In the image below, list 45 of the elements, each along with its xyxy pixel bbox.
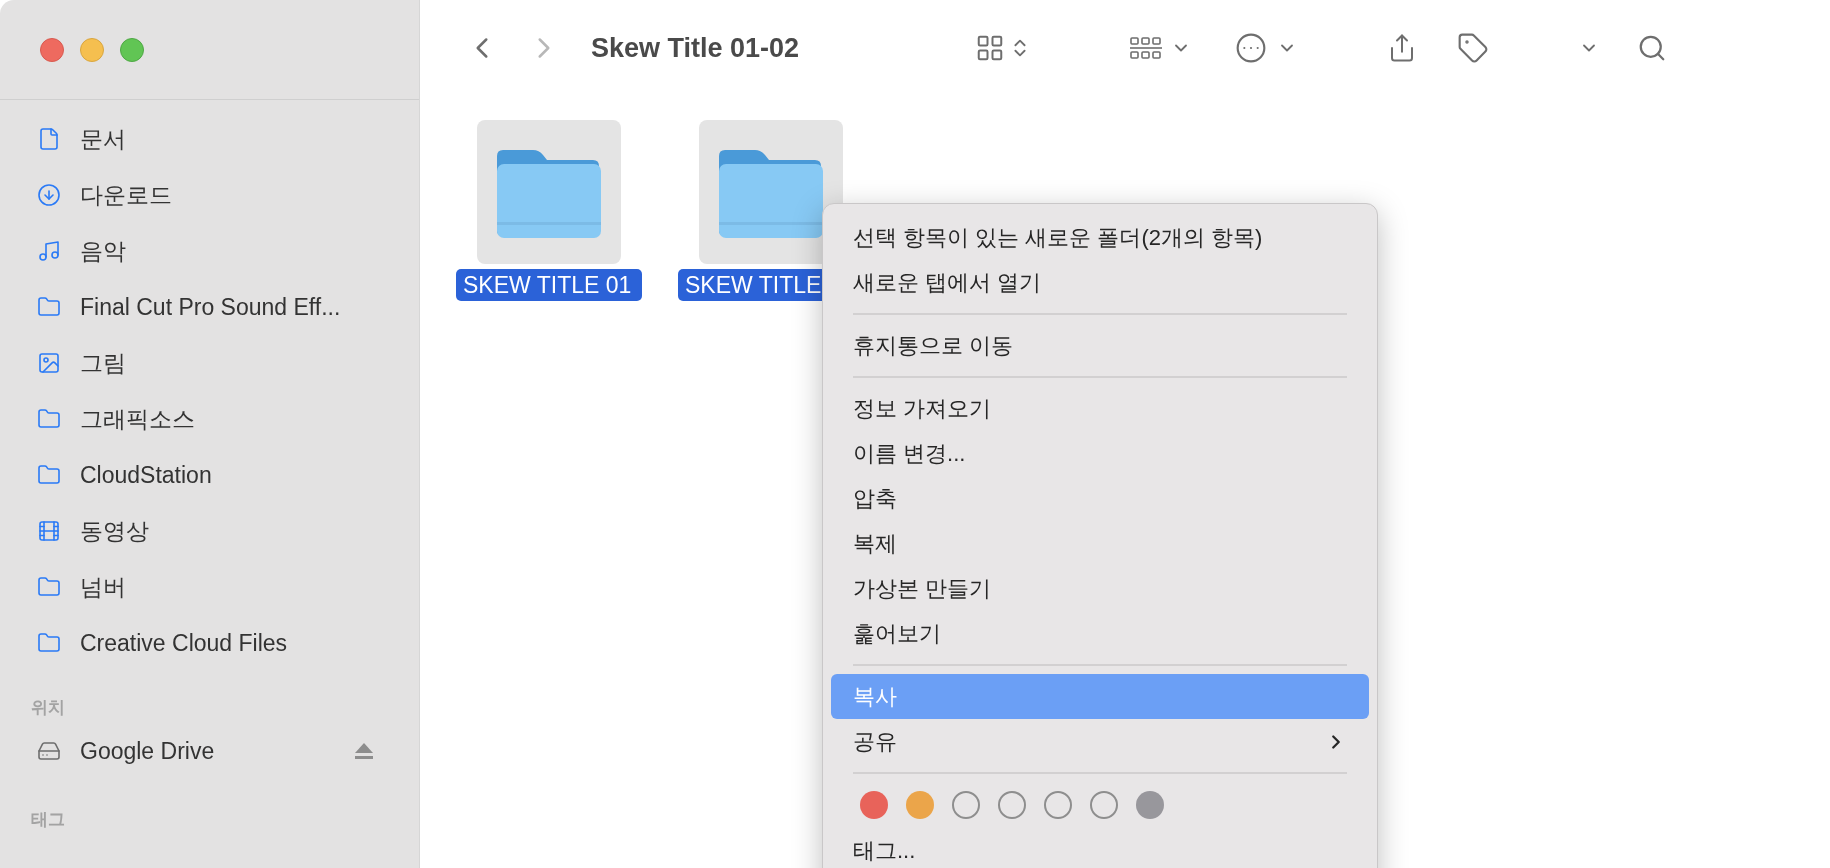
sidebar-item[interactable]: 다운로드 — [0, 167, 419, 223]
sidebar-item[interactable]: 음악 — [0, 223, 419, 279]
sidebar-item[interactable]: 문서 — [0, 111, 419, 167]
sidebar-item[interactable]: Google Drive — [0, 723, 419, 779]
folder-tile[interactable] — [477, 120, 621, 264]
menu-item[interactable]: 공유 — [831, 719, 1369, 764]
picture-icon — [37, 351, 61, 375]
download-icon — [37, 183, 61, 207]
menu-item[interactable]: 선택 항목이 있는 새로운 폴더(2개의 항목) — [831, 215, 1369, 260]
sidebar-item[interactable]: 그래픽소스 — [0, 391, 419, 447]
music-note-icon — [37, 239, 61, 263]
sidebar-item[interactable]: 동영상 — [0, 503, 419, 559]
minimize-button[interactable] — [80, 37, 104, 62]
close-button[interactable] — [40, 37, 64, 62]
film-icon — [37, 519, 61, 543]
drive-icon — [37, 739, 61, 763]
sidebar-item[interactable]: CloudStation — [0, 447, 419, 503]
grouped-grid-icon — [1129, 34, 1164, 62]
ellipsis-circle-icon — [1235, 32, 1268, 64]
menu-item[interactable]: 태그... — [831, 828, 1369, 868]
sidebar-item[interactable]: Final Cut Pro Sound Eff... — [0, 279, 419, 335]
tag-icon[interactable] — [1457, 32, 1490, 64]
folder-name[interactable]: SKEW TITLE 01 — [456, 269, 642, 301]
sidebar-section-heading: 태그 — [30, 809, 65, 832]
zoom-button[interactable] — [120, 37, 144, 62]
menu-item[interactable]: 훑어보기 — [831, 611, 1369, 656]
menu-item[interactable]: 휴지통으로 이동 — [831, 323, 1369, 368]
folder-icon — [37, 631, 61, 655]
folder-tile[interactable] — [699, 120, 843, 264]
menu-item[interactable]: 이름 변경... — [831, 431, 1369, 476]
menu-item[interactable]: 복제 — [831, 521, 1369, 566]
folder-icon — [37, 295, 61, 319]
folder-icon — [37, 407, 61, 431]
window-title: Skew Title 01-02 — [591, 31, 800, 65]
sidebar-item[interactable]: 넘버 — [0, 559, 419, 615]
folder-icon — [37, 575, 61, 599]
menu-item[interactable]: 가상본 만들기 — [831, 566, 1369, 611]
document-icon — [37, 127, 61, 151]
eject-icon[interactable] — [354, 742, 374, 760]
menu-item[interactable]: 압축 — [831, 476, 1369, 521]
sidebar-item[interactable]: 그림 — [0, 335, 419, 391]
sidebar-item[interactable]: Creative Cloud Files — [0, 615, 419, 671]
menu-item[interactable]: 정보 가져오기 — [831, 386, 1369, 431]
folder-icon — [37, 463, 61, 487]
sidebar-section-heading: 위치 — [30, 697, 65, 720]
